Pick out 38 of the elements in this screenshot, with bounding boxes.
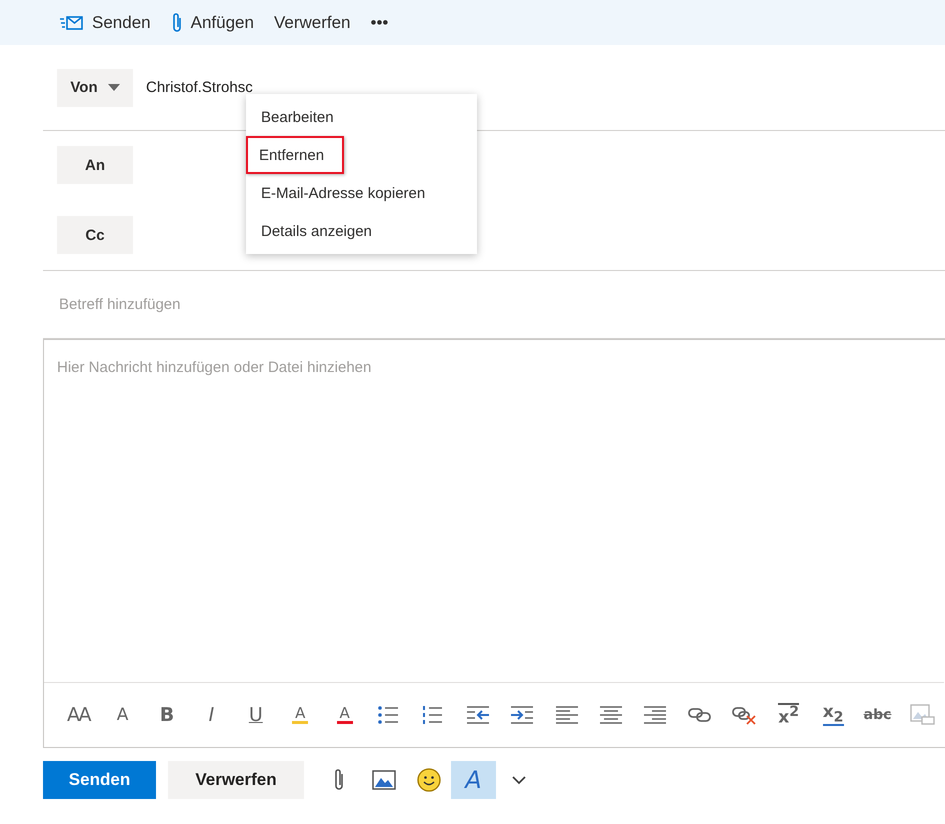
indent-icon[interactable] [509, 704, 536, 726]
smiley-icon[interactable] [416, 768, 440, 792]
menu-item[interactable]: Entfernen [246, 136, 344, 174]
highlight-button[interactable]: A [292, 706, 308, 724]
unlink-icon[interactable] [731, 704, 758, 726]
send-button[interactable]: Senden [43, 761, 156, 799]
menu-item[interactable]: Bearbeiten [259, 98, 346, 136]
font-size-button[interactable]: AA [66, 706, 90, 724]
recipient-button[interactable]: An [57, 146, 133, 184]
align-center-icon[interactable] [598, 704, 624, 726]
toolbar-button[interactable]: Senden [52, 8, 159, 36]
bold-button[interactable]: B [160, 706, 174, 724]
underline-button[interactable]: U [248, 706, 263, 724]
align-left-icon[interactable] [554, 704, 580, 726]
from-button[interactable]: Von [57, 68, 133, 106]
subscript-button[interactable]: x$_{2}$ [822, 704, 844, 726]
menu-item[interactable]: E-Mail-Adresse kopieren [259, 174, 438, 212]
sender-address: Christof.Strohsc [146, 79, 253, 96]
image-icon[interactable] [372, 770, 396, 790]
grow-button[interactable]: A [116, 706, 128, 724]
chevron-down-icon[interactable] [510, 775, 526, 785]
paperclip-icon [170, 12, 183, 34]
recipient-button[interactable]: Cc [57, 216, 133, 254]
discard-button[interactable]: Verwerfen [168, 761, 304, 799]
menu-item[interactable]: Details anzeigen [259, 212, 384, 250]
italic-button[interactable]: I [208, 706, 214, 724]
send-mail-icon [60, 14, 84, 30]
toolbar-button[interactable]: Verwerfen [266, 8, 359, 36]
font-color-button[interactable]: A [336, 706, 353, 724]
outdent-icon[interactable] [464, 704, 491, 726]
strike-button[interactable]: abc [864, 708, 892, 722]
superscript-button[interactable]: x$^{2}$ [778, 703, 800, 727]
align-right-icon[interactable] [642, 704, 668, 726]
toolbar-button[interactable]: Anfügen [162, 8, 262, 38]
toolbar-button[interactable]: ••• [362, 8, 396, 36]
caret-icon [108, 84, 120, 91]
format-button[interactable]: A [451, 761, 496, 799]
paperclip-icon[interactable] [332, 768, 344, 792]
